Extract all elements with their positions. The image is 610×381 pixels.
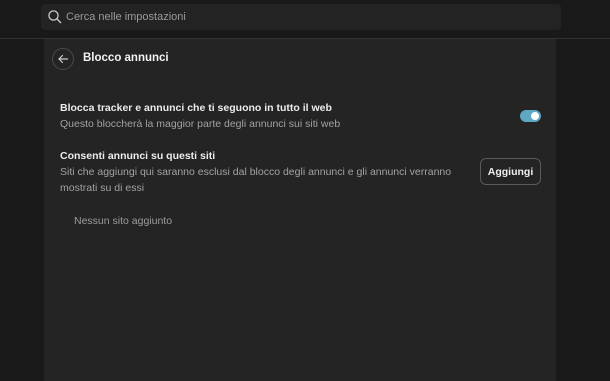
allow-sites-description: Siti che aggiungi qui saranno esclusi da… [60,166,452,194]
search-icon [47,9,63,25]
toggle-knob [531,112,539,120]
tracker-setting-title: Blocca tracker e annunci che ti seguono … [60,102,332,114]
search-input[interactable] [66,4,546,30]
add-site-button[interactable]: Aggiungi [480,158,541,185]
top-bar [0,0,610,39]
arrow-left-icon [57,53,69,65]
allow-sites-title: Consenti annunci su questi siti [60,150,216,162]
page-title: Blocco annunci [83,52,169,64]
ad-block-settings-panel: Blocco annunci Blocca tracker e annunci … [44,39,556,381]
search-box[interactable] [41,4,561,30]
tracker-setting-description: Questo bloccherà la maggior parte degli … [60,118,341,130]
tracker-block-toggle[interactable] [520,110,541,122]
back-button[interactable] [52,48,74,70]
no-sites-message: Nessun sito aggiunto [74,215,173,227]
